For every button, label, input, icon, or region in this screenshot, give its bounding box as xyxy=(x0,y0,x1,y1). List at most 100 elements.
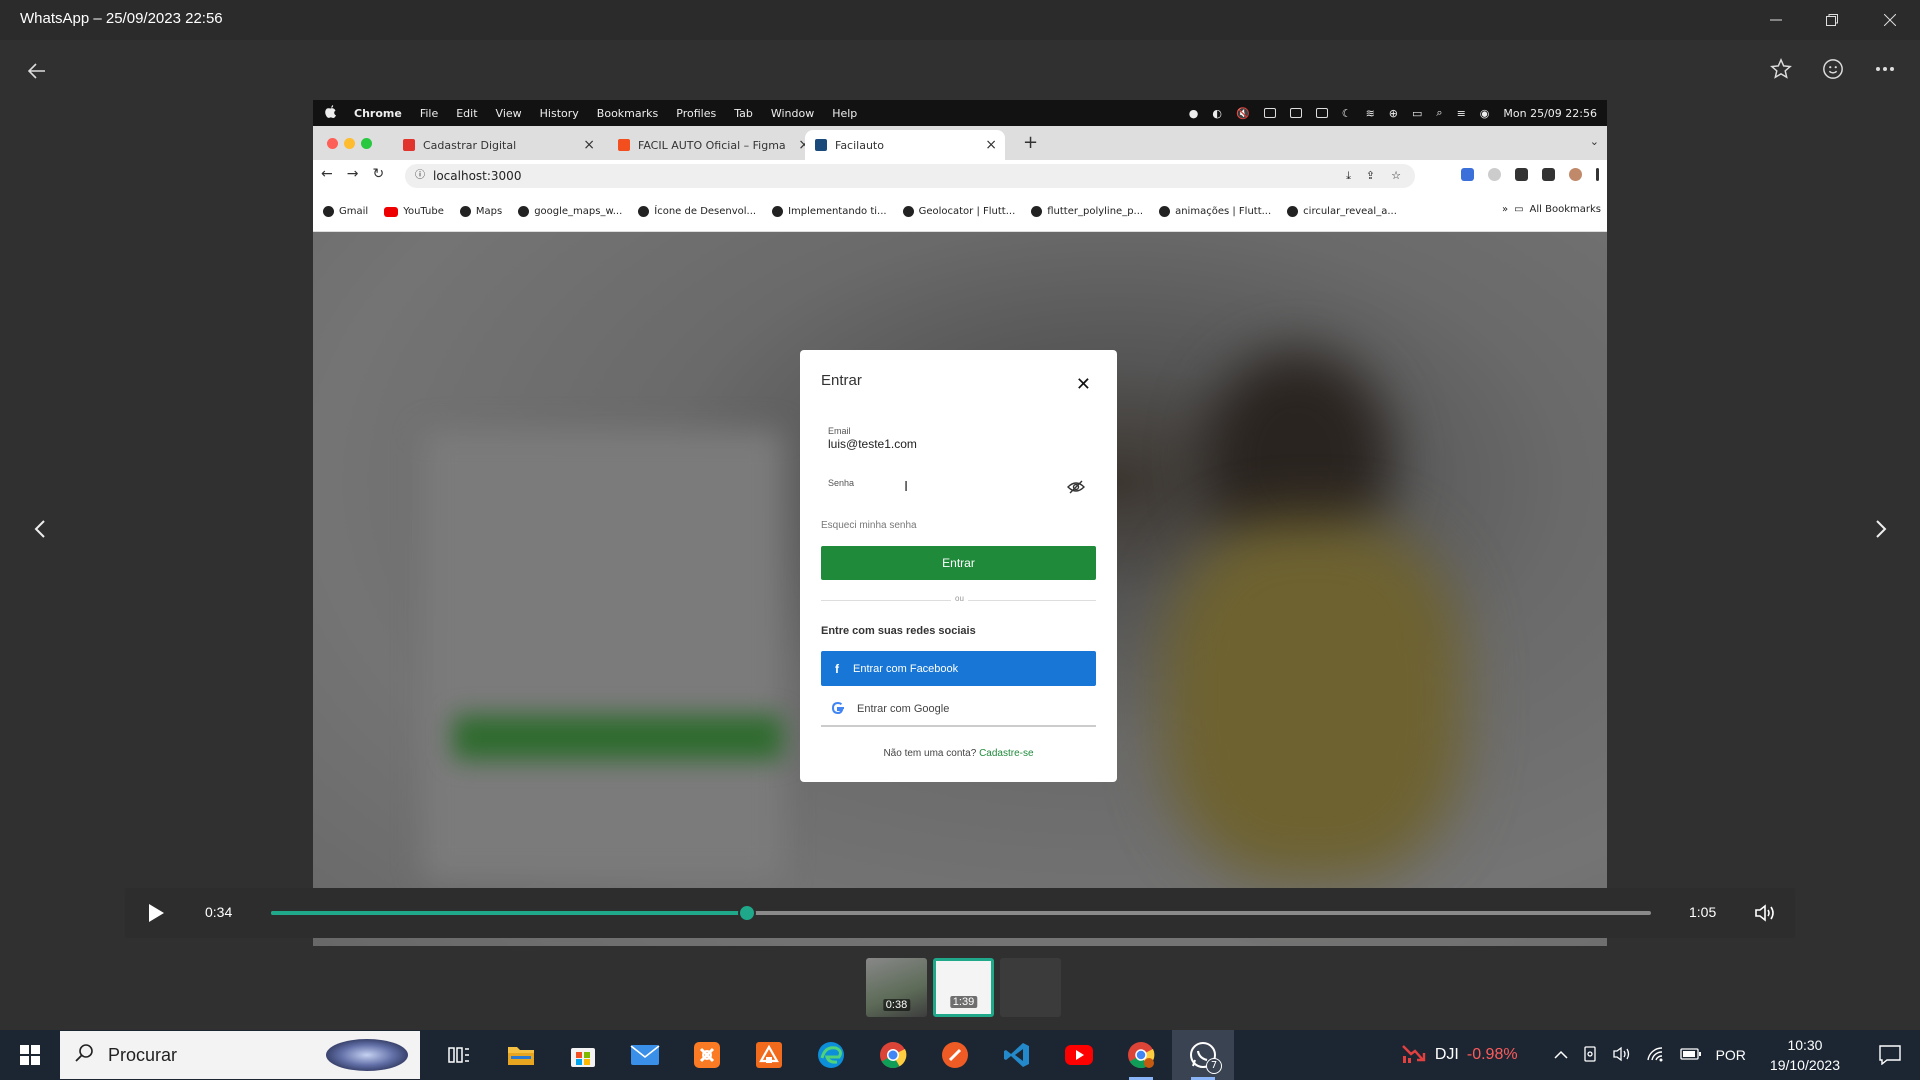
search-icon xyxy=(74,1043,94,1068)
reload-icon[interactable]: ↻ xyxy=(372,166,384,182)
whatsapp-icon[interactable]: 7 xyxy=(1172,1030,1234,1080)
forgot-password-link[interactable]: Esqueci minha senha xyxy=(821,520,917,531)
menu-app-name[interactable]: Chrome xyxy=(354,107,402,120)
menu-help[interactable]: Help xyxy=(832,107,857,120)
bookmark-item[interactable]: Ícone de Desenvol... xyxy=(638,206,756,217)
bookmark-item[interactable]: animações | Flutt... xyxy=(1159,206,1271,217)
previous-media-icon[interactable] xyxy=(25,512,55,546)
menu-bookmarks[interactable]: Bookmarks xyxy=(597,107,658,120)
menu-tab[interactable]: Tab xyxy=(734,107,753,120)
bookmark-item[interactable]: Gmail xyxy=(323,206,368,217)
vscode-icon[interactable] xyxy=(986,1030,1048,1080)
notifications-icon[interactable] xyxy=(1870,1045,1910,1065)
chrome-menu-icon[interactable] xyxy=(1596,168,1599,181)
back-arrow-icon[interactable] xyxy=(22,56,52,86)
menu-window[interactable]: Window xyxy=(771,107,814,120)
next-media-icon[interactable] xyxy=(1866,512,1896,546)
bookmark-item[interactable]: Geolocator | Flutt... xyxy=(902,206,1015,217)
bookmark-item[interactable]: google_maps_w... xyxy=(518,206,622,217)
windows-start-icon[interactable] xyxy=(0,1030,60,1080)
menu-history[interactable]: History xyxy=(540,107,579,120)
tab-facilauto[interactable]: Facilauto × xyxy=(805,130,1005,160)
bookmark-item[interactable]: Maps xyxy=(459,206,502,217)
volume-icon[interactable] xyxy=(1753,901,1777,925)
edge-icon[interactable] xyxy=(800,1030,862,1080)
seek-handle[interactable] xyxy=(738,904,757,922)
sourcetree-icon[interactable] xyxy=(738,1030,800,1080)
close-tab-icon[interactable]: × xyxy=(985,137,997,153)
speaker-icon[interactable] xyxy=(1612,1045,1632,1066)
side-panel-icon[interactable] xyxy=(1542,168,1555,181)
close-dot-icon[interactable] xyxy=(327,138,338,149)
youtube-app-icon[interactable] xyxy=(1048,1030,1110,1080)
puzzle-extensions-icon[interactable] xyxy=(1515,168,1528,181)
tab-figma[interactable]: FACIL AUTO Oficial – Figma × xyxy=(608,130,818,160)
menu-view[interactable]: View xyxy=(496,107,522,120)
menu-profiles[interactable]: Profiles xyxy=(676,107,716,120)
new-tab-icon[interactable]: + xyxy=(1023,132,1038,153)
play-icon[interactable] xyxy=(145,902,167,924)
bookmark-item[interactable]: Implementando ti... xyxy=(772,206,887,217)
close-tab-icon[interactable]: × xyxy=(583,137,595,153)
url-bar[interactable]: ⓘ localhost:3000 ⤓ ⇪ ☆ xyxy=(405,164,1415,188)
zoom-dot-icon[interactable] xyxy=(361,138,372,149)
bookmark-item[interactable]: flutter_polyline_p... xyxy=(1031,206,1143,217)
more-bookmarks-chevron-icon[interactable]: » xyxy=(1502,204,1508,215)
extension-icon[interactable] xyxy=(1488,168,1501,181)
stock-widget[interactable]: DJI -0.98% xyxy=(1401,1042,1518,1069)
more-options-icon[interactable] xyxy=(1870,54,1900,84)
input-language[interactable]: POR xyxy=(1716,1047,1746,1063)
star-icon[interactable] xyxy=(1766,54,1796,84)
video-frame[interactable]: Chrome File Edit View History Bookmarks … xyxy=(313,100,1607,946)
battery-tray-icon[interactable] xyxy=(1679,1047,1702,1063)
xampp-icon[interactable] xyxy=(676,1030,738,1080)
mail-icon[interactable] xyxy=(614,1030,676,1080)
download-icon[interactable]: ⤓ xyxy=(1346,164,1351,188)
minimize-icon[interactable] xyxy=(1748,0,1804,40)
close-modal-icon[interactable]: ✕ xyxy=(1076,374,1091,395)
taskbar-clock[interactable]: 10:30 19/10/2023 xyxy=(1770,1035,1840,1075)
emoji-react-icon[interactable] xyxy=(1818,54,1848,84)
file-explorer-icon[interactable] xyxy=(490,1030,552,1080)
site-info-icon[interactable]: ⓘ xyxy=(415,164,425,188)
bookmark-star-icon[interactable]: ☆ xyxy=(1391,164,1401,188)
share-icon[interactable]: ⇪ xyxy=(1366,164,1375,188)
show-hidden-icons-chevron-icon[interactable] xyxy=(1554,1047,1568,1063)
globe-icon xyxy=(518,206,530,217)
signup-link[interactable]: Cadastre-se xyxy=(979,748,1033,759)
menu-file[interactable]: File xyxy=(420,107,438,120)
close-window-icon[interactable] xyxy=(1862,0,1918,40)
seek-bar[interactable] xyxy=(271,904,1651,922)
translate-extension-icon[interactable] xyxy=(1461,168,1474,181)
all-bookmarks[interactable]: » ▭ All Bookmarks xyxy=(1502,204,1601,215)
tab-cadastrar-digital[interactable]: Cadastrar Digital × xyxy=(393,130,603,160)
thumbnail-duration: 1:39 xyxy=(949,996,978,1008)
thumbnail-video[interactable]: 0:38 xyxy=(866,958,927,1017)
task-view-icon[interactable] xyxy=(428,1030,490,1080)
menu-edit[interactable]: Edit xyxy=(456,107,477,120)
google-login-button[interactable]: Entrar com Google xyxy=(821,693,1096,727)
wifi-tray-icon[interactable] xyxy=(1646,1046,1666,1065)
postman-icon[interactable] xyxy=(924,1030,986,1080)
device-icon[interactable] xyxy=(1582,1045,1598,1066)
tab-search-chevron-icon[interactable]: ⌄ xyxy=(1590,135,1599,148)
browser-forward-icon[interactable]: → xyxy=(347,166,359,182)
email-field[interactable]: luis@teste1.com xyxy=(828,437,917,451)
minimize-dot-icon[interactable] xyxy=(344,138,355,149)
clock-time: 10:30 xyxy=(1787,1037,1823,1053)
profile-avatar[interactable] xyxy=(1569,168,1582,181)
login-button[interactable]: Entrar xyxy=(821,546,1096,580)
bookmark-item[interactable]: circular_reveal_a... xyxy=(1287,206,1397,217)
taskbar-search[interactable]: Procurar xyxy=(60,1031,420,1079)
thumbnail-video-selected[interactable]: 1:39 xyxy=(933,958,994,1017)
restore-icon[interactable] xyxy=(1804,0,1860,40)
browser-back-icon[interactable]: ← xyxy=(321,166,333,182)
social-login-heading: Entre com suas redes sociais xyxy=(821,625,976,637)
thumbnail-image[interactable] xyxy=(1000,958,1061,1017)
toggle-password-visibility-icon[interactable] xyxy=(1067,480,1085,494)
chrome-icon[interactable] xyxy=(862,1030,924,1080)
bookmark-item[interactable]: YouTube xyxy=(384,206,444,217)
microsoft-store-icon[interactable] xyxy=(552,1030,614,1080)
chrome-profile-icon[interactable] xyxy=(1110,1030,1172,1080)
facebook-login-button[interactable]: f Entrar com Facebook xyxy=(821,651,1096,686)
